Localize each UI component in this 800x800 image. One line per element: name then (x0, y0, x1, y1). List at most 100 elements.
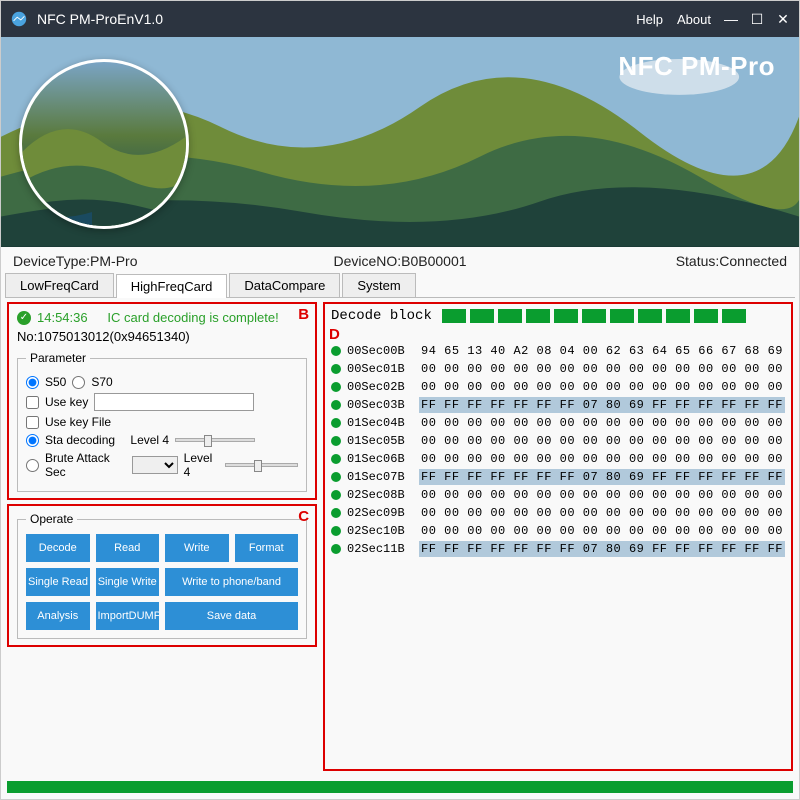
block-hex: FF FF FF FF FF FF FF 07 80 69 FF FF FF F… (419, 541, 785, 557)
radio-s70-label: S70 (91, 375, 112, 389)
block-row[interactable]: 02Sec11B FF FF FF FF FF FF FF 07 80 69 FF… (331, 541, 785, 557)
block-row[interactable]: 01Sec07BFF FF FF FF FF FF FF 07 80 69 FF… (331, 469, 785, 485)
write-to-phone-button[interactable]: Write to phone/band (165, 568, 298, 596)
progress-bar (7, 781, 793, 793)
card-number: No:1075013012(0x94651340) (17, 329, 307, 345)
panel-d: Decode block D 00Sec00B94 65 13 40 A2 08… (323, 302, 793, 771)
analysis-button[interactable]: Analysis (26, 602, 90, 630)
panel-d-label: D (329, 326, 785, 343)
radio-brute-attack[interactable] (26, 459, 39, 472)
operate-fieldset: Operate Decode Read Write Format Single … (17, 512, 307, 639)
block-row[interactable]: 01Sec05B00 00 00 00 00 00 00 00 00 00 00… (331, 433, 785, 449)
check-icon: ✓ (17, 311, 31, 325)
radio-s50[interactable] (26, 376, 39, 389)
brute-sector-select[interactable] (132, 456, 178, 474)
tab-highfreq[interactable]: HighFreqCard (116, 274, 228, 298)
block-row[interactable]: 01Sec06B 00 00 00 00 00 00 00 00 00 00 00… (331, 451, 785, 467)
slider-brute[interactable] (225, 463, 298, 467)
use-key-input[interactable] (94, 393, 254, 411)
slider-sta[interactable] (175, 438, 255, 442)
checkbox-use-key-file[interactable] (26, 416, 39, 429)
operate-legend: Operate (26, 512, 77, 526)
decode-status: ✓ 14:54:36 IC card decoding is complete! (17, 310, 307, 325)
block-dot-icon (331, 508, 341, 518)
tab-lowfreq[interactable]: LowFreqCard (5, 273, 114, 297)
block-name: 01Sec05B (347, 434, 413, 448)
write-button[interactable]: Write (165, 534, 229, 562)
block-hex: 00 00 00 00 00 00 00 00 00 00 00 00 00 0… (419, 451, 785, 467)
main-content: B ✓ 14:54:36 IC card decoding is complet… (1, 298, 799, 777)
block-name: 02Sec11B (347, 542, 413, 556)
decode-segment (498, 309, 522, 323)
decode-segment (526, 309, 550, 323)
block-name: 01Sec06B (347, 452, 413, 466)
app-window: NFC PM-ProEnV1.0 Help About — ☐ ✕ (0, 0, 800, 800)
radio-s70[interactable] (72, 376, 85, 389)
level-label-b: Level 4 (184, 451, 219, 479)
block-name: 00Sec03B (347, 398, 413, 412)
block-row[interactable]: 00Sec01B 00 00 00 00 00 00 00 00 00 00 00… (331, 361, 785, 377)
block-dot-icon (331, 364, 341, 374)
block-hex: 00 00 00 00 00 00 00 00 00 00 00 00 00 0… (419, 415, 785, 431)
block-dot-icon (331, 382, 341, 392)
decode-segment (442, 309, 466, 323)
block-row[interactable]: 02Sec09B00 00 00 00 00 00 00 00 00 00 00… (331, 505, 785, 521)
use-key-label: Use key (45, 395, 88, 409)
status-row: DeviceType:PM-Pro DeviceNO:B0B00001 Stat… (1, 247, 799, 273)
format-button[interactable]: Format (235, 534, 299, 562)
read-button[interactable]: Read (96, 534, 160, 562)
brute-attack-label: Brute Attack Sec (45, 451, 126, 479)
save-data-button[interactable]: Save data (165, 602, 298, 630)
decode-block-title: Decode block (331, 308, 432, 324)
panel-b-label: B (298, 306, 309, 323)
panel-c-label: C (298, 508, 309, 525)
block-row[interactable]: 02Sec10B00 00 00 00 00 00 00 00 00 00 00… (331, 523, 785, 539)
block-dot-icon (331, 400, 341, 410)
block-name: 02Sec08B (347, 488, 413, 502)
close-icon[interactable]: ✕ (775, 11, 791, 27)
sta-decoding-label: Sta decoding (45, 433, 115, 447)
block-row[interactable]: 00Sec00B94 65 13 40 A2 08 04 00 62 63 64… (331, 343, 785, 359)
decode-segment (666, 309, 690, 323)
tab-datacompare[interactable]: DataCompare (229, 273, 340, 297)
decode-segment (470, 309, 494, 323)
block-hex: FF FF FF FF FF FF FF 07 80 69 FF FF FF F… (419, 397, 785, 413)
block-name: 00Sec01B (347, 362, 413, 376)
block-dot-icon (331, 472, 341, 482)
menu-about[interactable]: About (677, 12, 711, 27)
parameter-fieldset: Parameter S50 S70 Use key Use ke (17, 351, 307, 492)
radio-sta-decoding[interactable] (26, 434, 39, 447)
device-type: DeviceType:PM-Pro (13, 253, 271, 269)
block-row[interactable]: 00Sec02B00 00 00 00 00 00 00 00 00 00 00… (331, 379, 785, 395)
tab-system[interactable]: System (342, 273, 415, 297)
decode-button[interactable]: Decode (26, 534, 90, 562)
decode-segment (694, 309, 718, 323)
menu-help[interactable]: Help (636, 12, 663, 27)
decode-segment (638, 309, 662, 323)
block-row[interactable]: 02Sec08B00 00 00 00 00 00 00 00 00 00 00… (331, 487, 785, 503)
maximize-icon[interactable]: ☐ (749, 11, 765, 27)
single-read-button[interactable]: Single Read (26, 568, 90, 596)
hero-banner: NFC PM-Pro (1, 37, 799, 247)
avatar (19, 59, 189, 229)
decode-segment (554, 309, 578, 323)
block-row[interactable]: 00Sec03B FF FF FF FF FF FF FF 07 80 69 FF… (331, 397, 785, 413)
block-name: 01Sec04B (347, 416, 413, 430)
block-hex: 94 65 13 40 A2 08 04 00 62 63 64 65 66 6… (419, 343, 785, 359)
connection-status: Status:Connected (529, 253, 787, 269)
block-name: 00Sec02B (347, 380, 413, 394)
level-label-a: Level 4 (130, 433, 169, 447)
single-write-button[interactable]: Single Write (96, 568, 160, 596)
minimize-icon[interactable]: — (723, 11, 739, 27)
block-dot-icon (331, 526, 341, 536)
block-row[interactable]: 01Sec04B 00 00 00 00 00 00 00 00 00 00 00… (331, 415, 785, 431)
import-dump-button[interactable]: ImportDUMP (96, 602, 160, 630)
app-title: NFC PM-ProEnV1.0 (37, 11, 636, 27)
app-icon (9, 9, 29, 29)
block-dot-icon (331, 544, 341, 554)
device-no: DeviceNO:B0B00001 (271, 253, 529, 269)
decode-segment (582, 309, 606, 323)
checkbox-use-key[interactable] (26, 396, 39, 409)
decode-segment (722, 309, 746, 323)
block-hex: 00 00 00 00 00 00 00 00 00 00 00 00 00 0… (419, 361, 785, 377)
